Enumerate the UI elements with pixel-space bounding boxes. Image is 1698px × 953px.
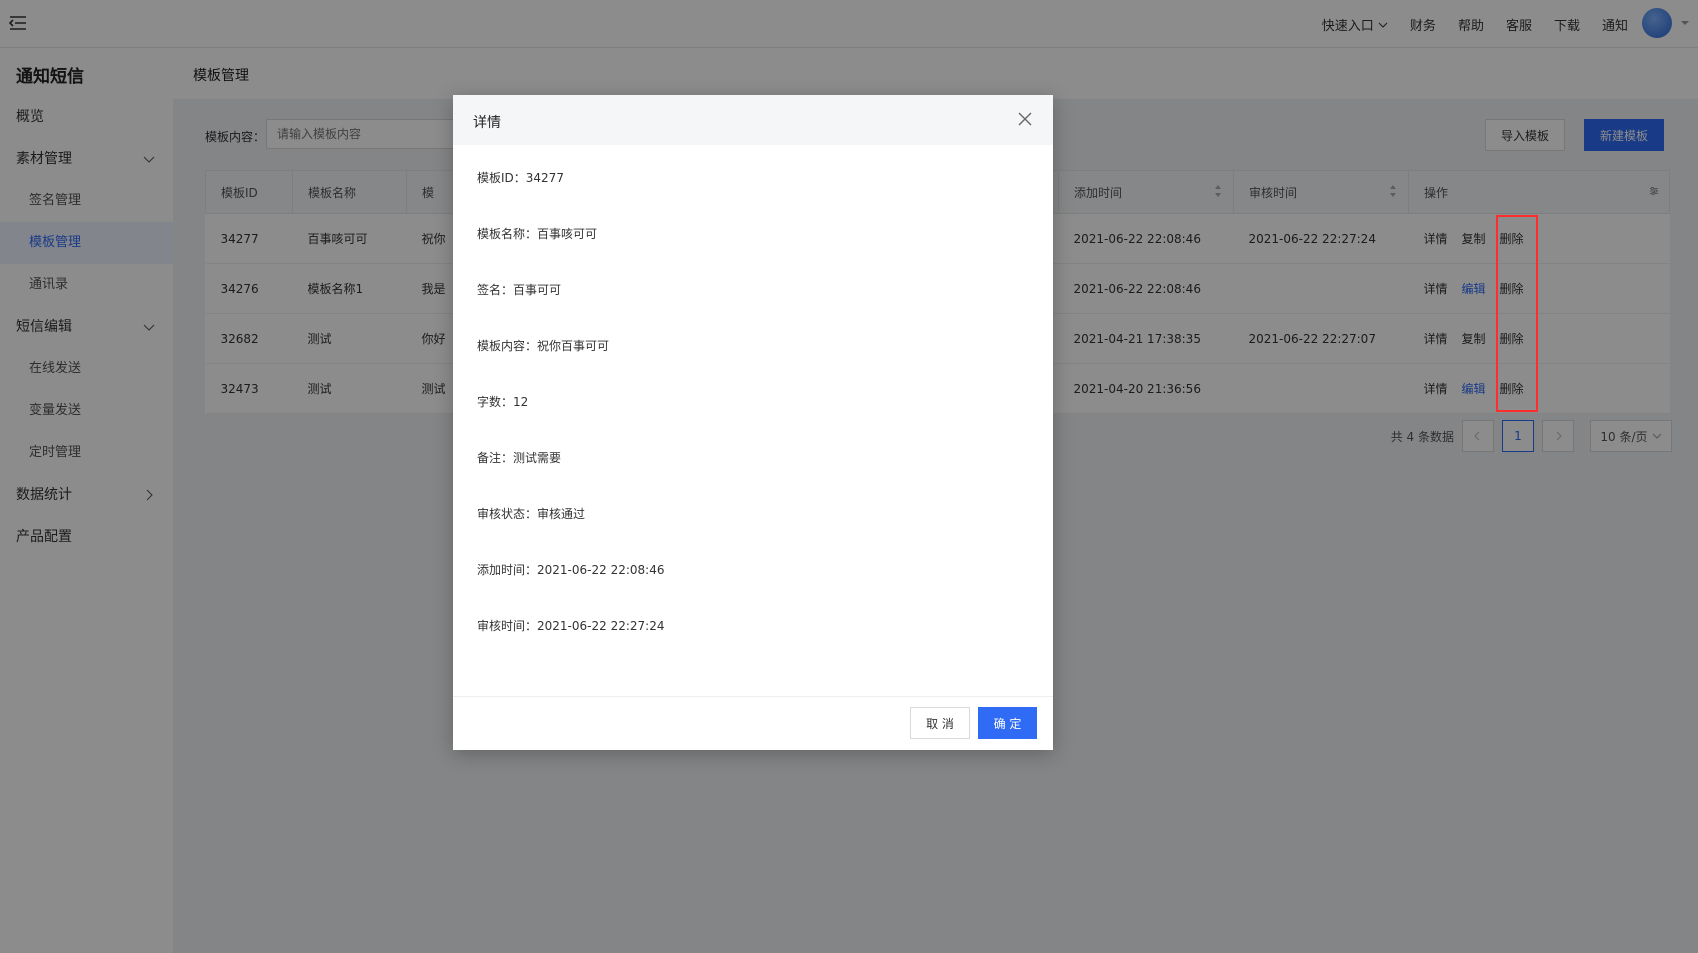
detail-field-name: 模板名称：百事咳可可 xyxy=(477,225,1029,281)
highlight-box xyxy=(1496,215,1538,412)
field-key: 字数： xyxy=(477,395,514,409)
field-key: 模板内容： xyxy=(477,339,538,353)
field-value: 祝你百事可可 xyxy=(537,339,610,353)
field-key: 备注： xyxy=(477,451,514,465)
field-key: 添加时间： xyxy=(477,563,538,577)
detail-field-content: 模板内容：祝你百事可可 xyxy=(477,337,1029,393)
close-icon[interactable] xyxy=(1017,111,1033,127)
confirm-button[interactable]: 确 定 xyxy=(978,707,1037,739)
detail-modal: 详情 模板ID：34277 模板名称：百事咳可可 签名：百事可可 模板内容：祝你… xyxy=(453,95,1053,750)
detail-field-remark: 备注：测试需要 xyxy=(477,449,1029,505)
modal-header: 详情 xyxy=(453,95,1053,145)
field-value: 2021-06-22 22:08:46 xyxy=(537,563,665,577)
modal-title: 详情 xyxy=(473,115,501,131)
detail-field-id: 模板ID：34277 xyxy=(477,169,1029,225)
detail-field-added: 添加时间：2021-06-22 22:08:46 xyxy=(477,561,1029,617)
cancel-button[interactable]: 取 消 xyxy=(910,707,970,739)
detail-field-char-count: 字数：12 xyxy=(477,393,1029,449)
field-value: 百事咳可可 xyxy=(537,227,598,241)
detail-field-status: 审核状态：审核通过 xyxy=(477,505,1029,561)
detail-field-signature: 签名：百事可可 xyxy=(477,281,1029,337)
field-key: 审核状态： xyxy=(477,507,538,521)
field-value: 审核通过 xyxy=(537,507,586,521)
field-key: 模板ID： xyxy=(477,171,526,185)
field-key: 模板名称： xyxy=(477,227,538,241)
detail-field-reviewed: 审核时间：2021-06-22 22:27:24 xyxy=(477,617,1029,673)
field-value: 12 xyxy=(513,395,529,409)
field-value: 2021-06-22 22:27:24 xyxy=(537,619,665,633)
field-key: 签名： xyxy=(477,283,514,297)
modal-footer: 取 消 确 定 xyxy=(453,696,1053,750)
field-value: 百事可可 xyxy=(513,283,562,297)
field-value: 34277 xyxy=(525,171,564,185)
modal-body: 模板ID：34277 模板名称：百事咳可可 签名：百事可可 模板内容：祝你百事可… xyxy=(453,145,1053,673)
field-key: 审核时间： xyxy=(477,619,538,633)
field-value: 测试需要 xyxy=(513,451,562,465)
